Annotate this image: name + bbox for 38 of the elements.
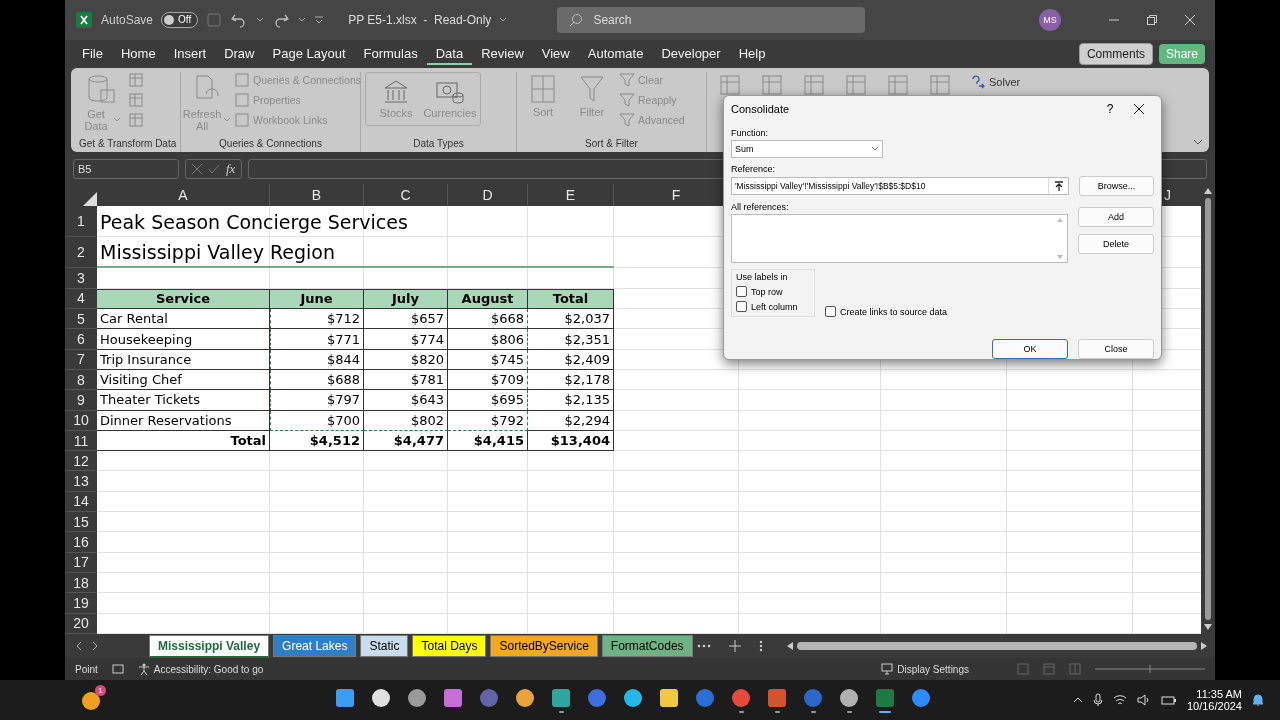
sheet-title: Peak Season Concierge Services: [99, 210, 409, 235]
table-cell: Dinner Reservations: [97, 410, 270, 431]
table-cell: $2,409: [528, 349, 614, 370]
table-cell: $700: [270, 410, 364, 431]
dialog-title: Consolidate: [731, 103, 791, 115]
ribbon-group-label: Get & Transform Data: [79, 137, 176, 151]
table-cell: $2,135: [528, 390, 614, 411]
table-cell: $695: [448, 390, 528, 411]
ribbon-group-label: Sort & Filter: [584, 137, 639, 151]
column-heading: Service: [97, 288, 270, 310]
autosave-label: AutoSave: [101, 12, 154, 27]
table-cell: $792: [448, 410, 528, 431]
table-cell: $643: [364, 390, 448, 411]
table-cell: $771: [270, 329, 364, 350]
table-cell: $844: [270, 349, 364, 370]
field-label: All references:: [731, 202, 790, 212]
table-cell: $802: [364, 410, 448, 431]
field-label: Reference:: [731, 164, 777, 174]
column-heading: August: [448, 288, 528, 310]
field-label: Function:: [731, 128, 770, 138]
table-cell: $745: [448, 349, 528, 370]
notification-badge: 1: [95, 685, 106, 696]
table-cell: Theater Tickets: [97, 390, 270, 411]
status-mode: Point: [75, 663, 98, 675]
ribbon-group-label: Data Types: [412, 137, 465, 151]
table-cell: $806: [448, 329, 528, 350]
column-heading: Total: [528, 288, 614, 310]
table-cell: Housekeeping: [97, 329, 270, 350]
column-heading: July: [364, 288, 448, 310]
ribbon-group-label: Queries & Connections: [218, 137, 323, 151]
table-cell: $797: [270, 390, 364, 411]
table-cell: $2,294: [528, 410, 614, 431]
column-heading: June: [270, 288, 364, 310]
group-label: Use labels in: [736, 272, 788, 282]
table-cell: $774: [364, 329, 448, 350]
table-cell: $2,351: [528, 329, 614, 350]
table-cell: Trip Insurance: [97, 349, 270, 370]
table-cell: $820: [364, 349, 448, 370]
